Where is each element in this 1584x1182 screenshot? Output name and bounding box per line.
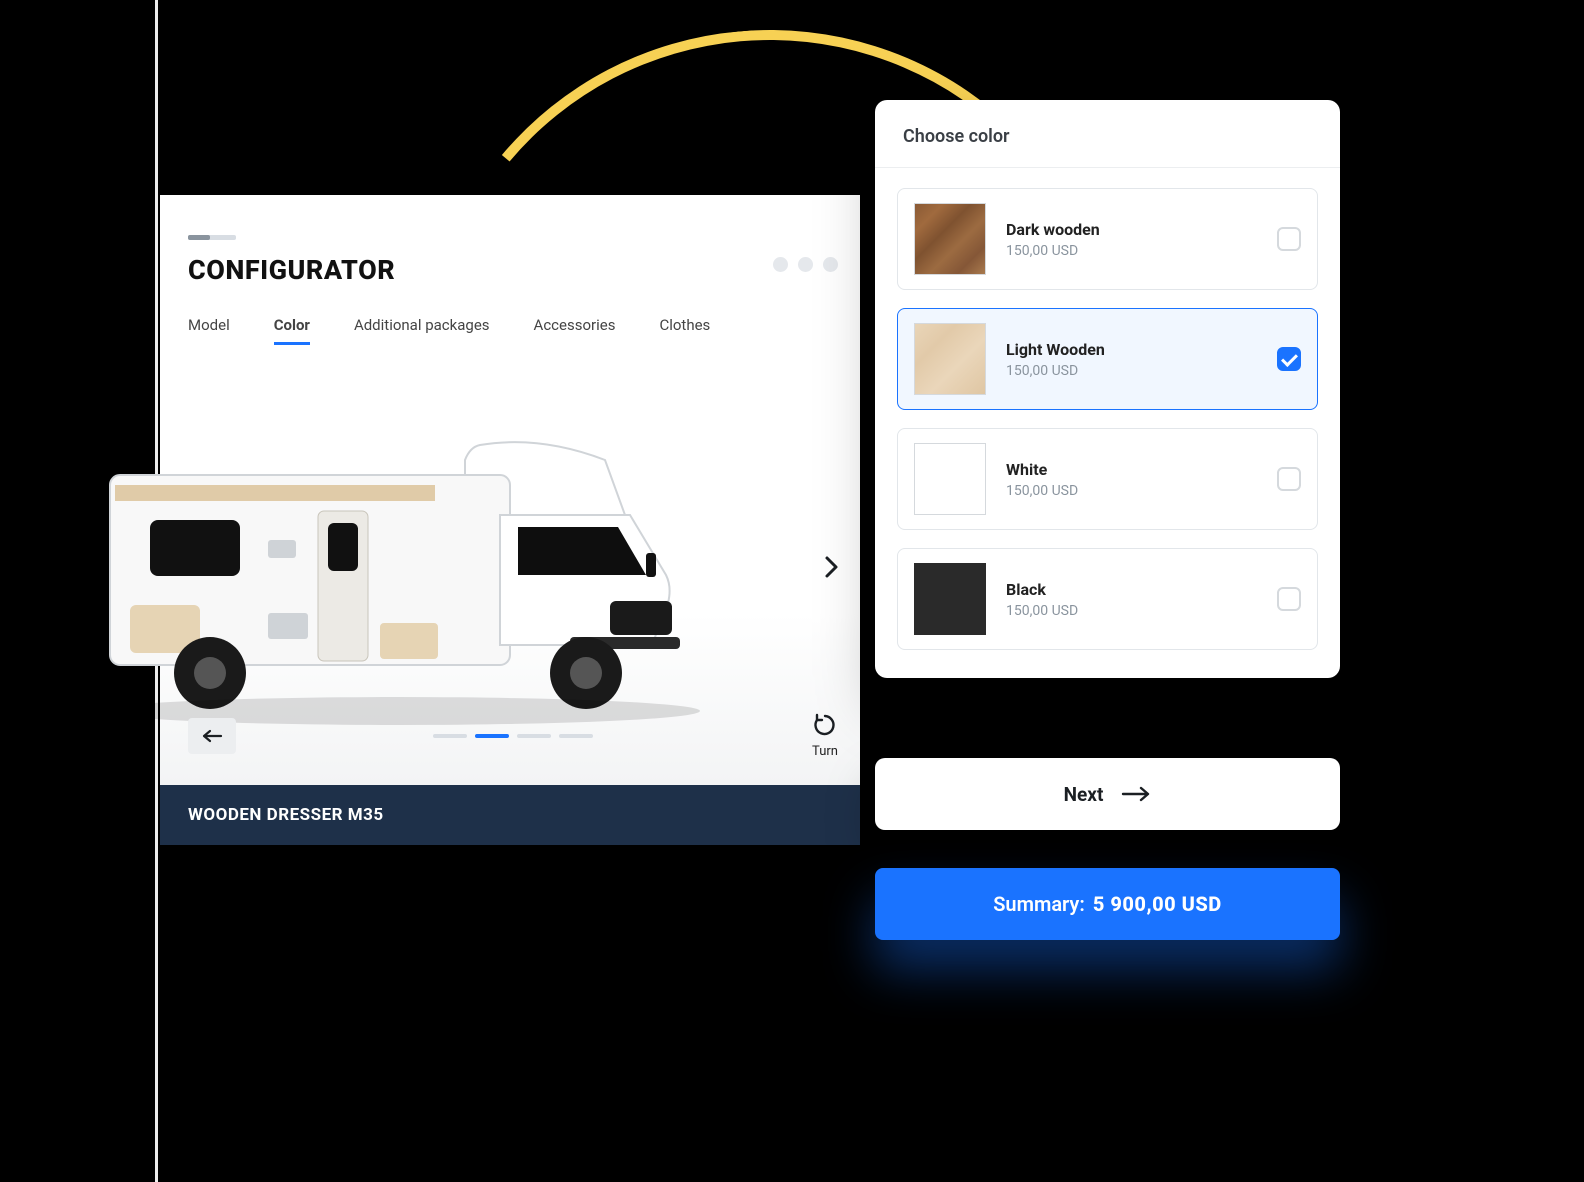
color-dot[interactable] [773,257,788,272]
color-option-price: 150,00 USD [1006,243,1257,259]
summary-value: 5 900,00 USD [1093,892,1222,916]
panel-heading: Choose color [875,100,1340,168]
next-button[interactable]: Next [875,758,1340,830]
color-option-black[interactable]: Black 150,00 USD [897,548,1318,650]
color-option-price: 150,00 USD [1006,603,1257,619]
color-option-price: 150,00 USD [1006,363,1257,379]
preview-next-icon[interactable] [824,555,840,585]
color-swatch [914,323,986,395]
tab-clothes[interactable]: Clothes [659,316,710,345]
color-swatch [914,443,986,515]
preview-stage: Turn [160,355,860,785]
color-option-light-wood[interactable]: Light Wooden 150,00 USD [897,308,1318,410]
color-options-list: Dark wooden 150,00 USD Light Wooden 150,00 … [875,168,1340,678]
rotate-icon [812,712,838,738]
color-option-name: White [1006,460,1257,479]
page-title: CONFIGURATOR [188,254,820,286]
turn-label: Turn [812,744,838,759]
product-name: WOODEN DRESSER M35 [188,805,384,825]
color-option-checkbox[interactable] [1277,227,1301,251]
color-option-name: Black [1006,580,1257,599]
vehicle-illustration [70,405,780,735]
step-indicator [433,734,593,738]
step-segment[interactable] [559,734,593,738]
tab-color[interactable]: Color [274,316,310,345]
arrow-right-icon [1121,786,1151,802]
color-dot[interactable] [823,257,838,272]
tab-model[interactable]: Model [188,316,230,345]
step-segment[interactable] [475,734,509,738]
summary-label: Summary: [993,892,1085,916]
back-button[interactable] [188,718,236,754]
config-tabs: Model Color Additional packages Accessories… [188,316,820,345]
tab-accessories[interactable]: Accessories [534,316,616,345]
next-label: Next [1064,783,1104,806]
color-option-white[interactable]: White 150,00 USD [897,428,1318,530]
turn-button[interactable]: Turn [812,712,838,759]
progress-segment [188,235,236,240]
product-name-bar: WOODEN DRESSER M35 [160,785,860,845]
color-swatch [914,563,986,635]
tab-additional-packages[interactable]: Additional packages [354,316,490,345]
color-option-checkbox[interactable] [1277,467,1301,491]
summary-bar: Summary: 5 900,00 USD [875,868,1340,940]
color-option-checkbox[interactable] [1277,587,1301,611]
step-segment[interactable] [517,734,551,738]
configurator-panel: CONFIGURATOR Model Color Additional packag… [160,195,860,845]
color-swatch [914,203,986,275]
color-dot[interactable] [798,257,813,272]
color-option-name: Light Wooden [1006,340,1257,359]
color-option-price: 150,00 USD [1006,483,1257,499]
color-option-checkbox[interactable] [1277,347,1301,371]
color-dots [773,257,838,272]
color-option-name: Dark wooden [1006,220,1257,239]
color-picker-panel: Choose color Dark wooden150,00 USDLight … [875,100,1340,678]
color-option-dark-wood[interactable]: Dark wooden 150,00 USD [897,188,1318,290]
step-segment[interactable] [433,734,467,738]
